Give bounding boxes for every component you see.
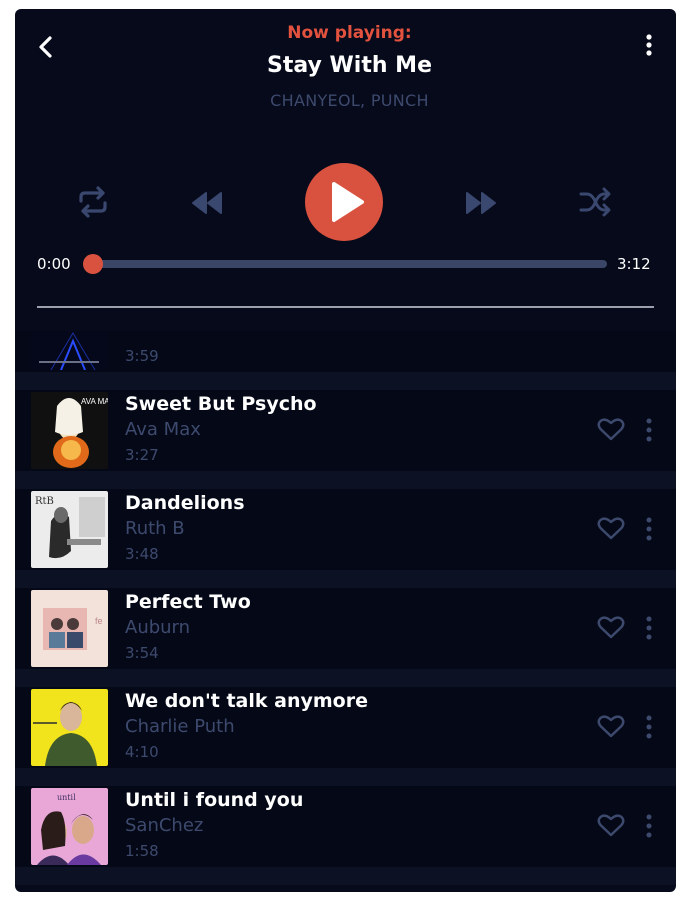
- more-vertical-icon: [646, 814, 652, 838]
- total-time: 3:12: [617, 255, 651, 273]
- list-item[interactable]: until Until i found you SanChez 1:58: [15, 786, 676, 867]
- song-title: Stay With Me: [267, 53, 432, 78]
- track-menu-button[interactable]: [643, 616, 655, 640]
- svg-text:fe: fe: [95, 616, 103, 626]
- more-vertical-icon: [646, 715, 652, 739]
- heart-icon: [597, 517, 625, 540]
- row-separator: [15, 570, 676, 588]
- track-artist: Ruth B: [125, 518, 185, 539]
- progress-thumb[interactable]: [83, 254, 103, 274]
- track-duration: 1:58: [125, 842, 159, 860]
- track-title: Dandelions: [125, 492, 245, 514]
- favorite-button[interactable]: [597, 517, 625, 541]
- favorite-button[interactable]: [597, 814, 625, 838]
- now-playing-label: Now playing:: [287, 23, 412, 43]
- row-separator: [15, 471, 676, 489]
- album-cover: [31, 331, 108, 370]
- list-item[interactable]: RtB Dandelions Ruth B 3:48: [15, 489, 676, 570]
- album-cover: [31, 689, 108, 766]
- track-artist: Charlie Puth: [125, 716, 235, 737]
- favorite-button[interactable]: [597, 715, 625, 739]
- track-title: Perfect Two: [125, 591, 251, 613]
- track-title: Until i found you: [125, 789, 304, 811]
- song-artist: CHANYEOL, PUNCH: [270, 91, 429, 110]
- row-separator: [15, 372, 676, 390]
- more-vertical-icon: [646, 616, 652, 640]
- heart-icon: [597, 418, 625, 441]
- progress-track[interactable]: [93, 260, 607, 268]
- fast-forward-button[interactable]: [464, 190, 498, 216]
- play-icon: [332, 182, 364, 222]
- more-vertical-icon: [646, 418, 652, 442]
- album-cover: RtB: [31, 491, 108, 568]
- current-time: 0:00: [37, 255, 71, 273]
- album-cover: AVA MAX: [31, 392, 108, 469]
- player-panel: Now playing: Stay With Me CHANYEOL, PUNC…: [15, 9, 676, 892]
- track-menu-button[interactable]: [643, 517, 655, 541]
- track-title: We don't talk anymore: [125, 690, 368, 712]
- track-duration: 4:10: [125, 743, 159, 761]
- list-item[interactable]: We don't talk anymore Charlie Puth 4:10: [15, 687, 676, 768]
- track-duration: 3:54: [125, 644, 159, 662]
- playlist[interactable]: 3:59 AVA MAX Sweet But Psycho Ava Max 3:…: [15, 331, 676, 892]
- repeat-button[interactable]: [75, 185, 111, 219]
- favorite-button[interactable]: [597, 418, 625, 442]
- fast-forward-icon: [466, 192, 496, 214]
- divider: [37, 306, 654, 308]
- track-menu-button[interactable]: [643, 814, 655, 838]
- shuffle-icon: [579, 187, 611, 217]
- more-vertical-icon: [646, 34, 652, 56]
- heart-icon: [597, 616, 625, 639]
- heart-icon: [597, 715, 625, 738]
- track-title: Sweet But Psycho: [125, 393, 317, 415]
- svg-text:until: until: [57, 793, 76, 802]
- track-duration: 3:27: [125, 446, 159, 464]
- rewind-icon: [192, 192, 222, 214]
- list-item[interactable]: 3:59: [15, 331, 676, 372]
- track-artist: SanChez: [125, 815, 204, 836]
- track-duration: 3:48: [125, 545, 159, 563]
- heart-icon: [597, 814, 625, 837]
- favorite-button[interactable]: [597, 616, 625, 640]
- more-vertical-icon: [646, 517, 652, 541]
- track-menu-button[interactable]: [643, 715, 655, 739]
- track-duration: 3:59: [125, 347, 159, 365]
- play-button[interactable]: [305, 163, 383, 241]
- track-artist: Auburn: [125, 617, 191, 638]
- track-artist: Ava Max: [125, 419, 201, 440]
- track-menu-button[interactable]: [643, 418, 655, 442]
- svg-text:AVA MAX: AVA MAX: [81, 397, 108, 406]
- album-cover: fe: [31, 590, 108, 667]
- svg-text:RtB: RtB: [35, 496, 54, 507]
- row-separator: [15, 768, 676, 786]
- shuffle-button[interactable]: [578, 187, 612, 217]
- album-cover: until: [31, 788, 108, 865]
- repeat-icon: [79, 186, 107, 218]
- row-separator: [15, 867, 676, 885]
- list-item[interactable]: AVA MAX Sweet But Psycho Ava Max 3:27: [15, 390, 676, 471]
- menu-button[interactable]: [641, 33, 657, 57]
- row-separator: [15, 669, 676, 687]
- list-item[interactable]: fe Perfect Two Auburn 3:54: [15, 588, 676, 669]
- rewind-button[interactable]: [190, 190, 224, 216]
